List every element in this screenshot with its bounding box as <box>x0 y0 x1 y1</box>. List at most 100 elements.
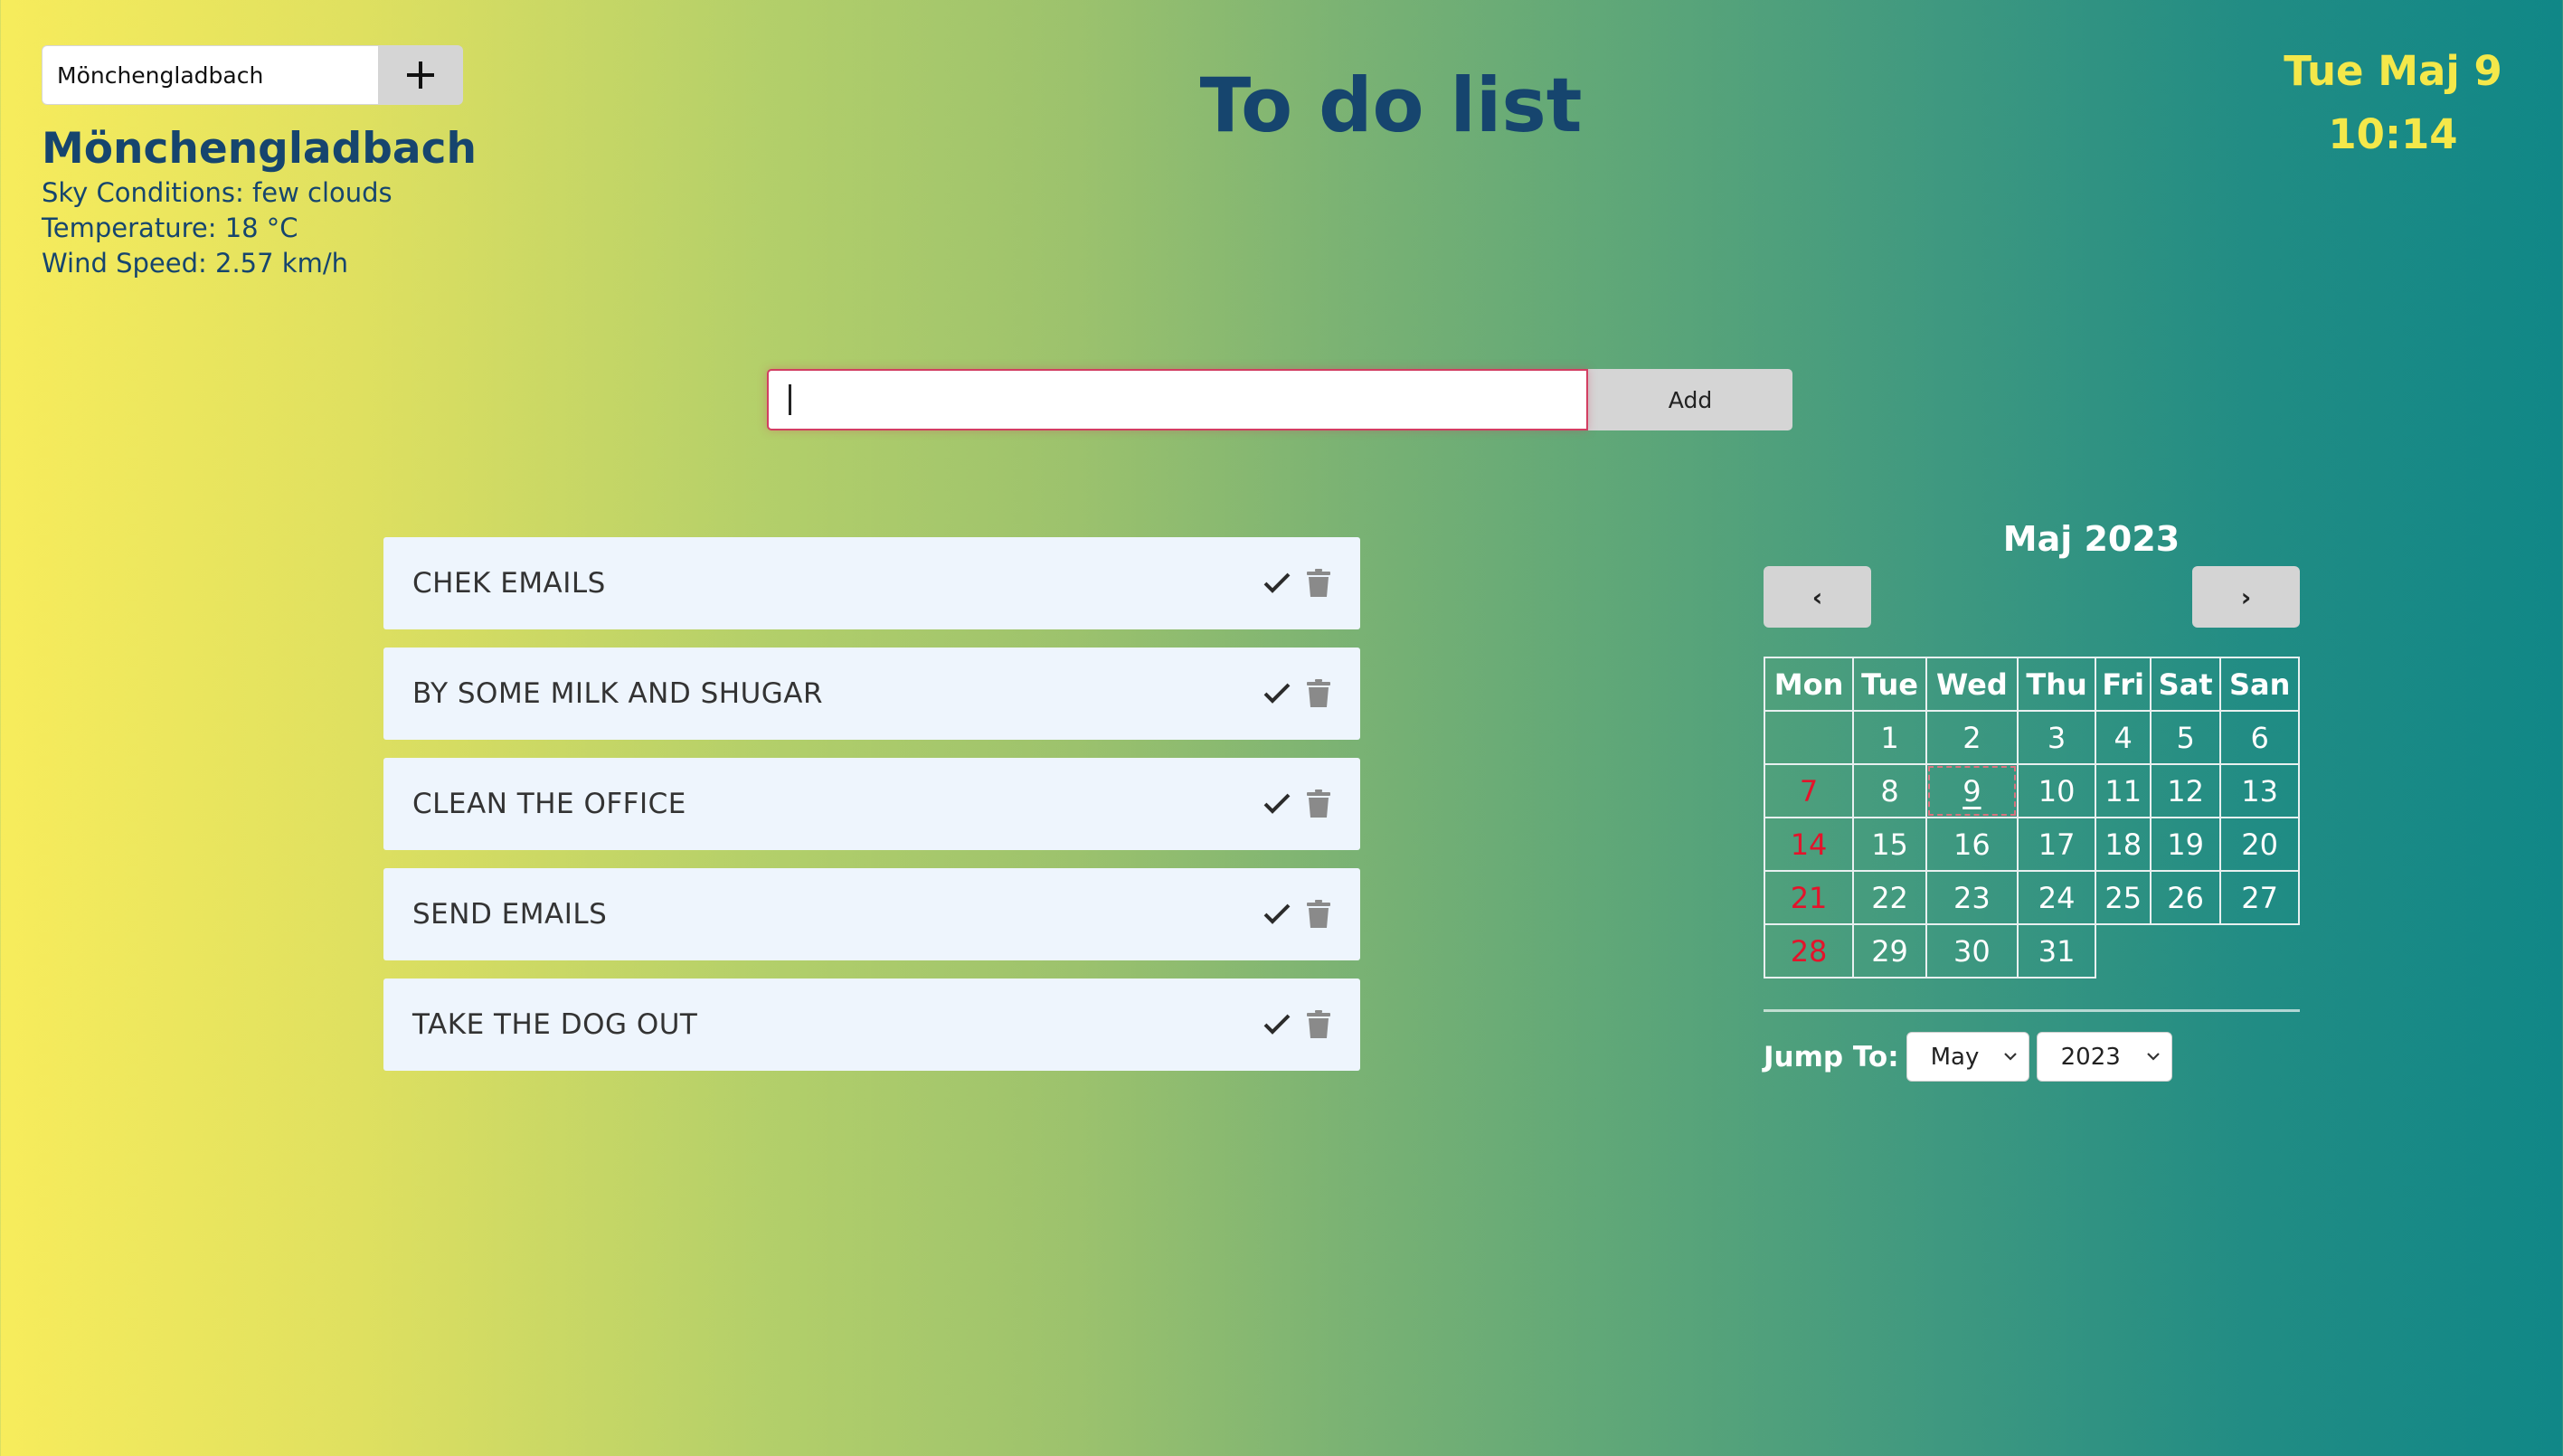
calendar-day[interactable]: 19 <box>2149 817 2222 872</box>
todo-item-text: SEND EMAILS <box>412 898 608 931</box>
calendar-divider <box>1764 1009 2300 1012</box>
calendar-day-number: 5 <box>2176 720 2195 755</box>
calendar-day[interactable]: 11 <box>2095 763 2152 818</box>
calendar-day[interactable]: 13 <box>2219 763 2300 818</box>
complete-todo-button[interactable] <box>1263 903 1291 926</box>
weekday-header: San <box>2219 657 2300 712</box>
calendar-day[interactable]: 5 <box>2149 710 2222 765</box>
calendar-day-number: 11 <box>2104 773 2142 808</box>
calendar-day[interactable]: 24 <box>2016 870 2097 925</box>
todo-item-actions <box>1263 789 1331 818</box>
calendar-week-row: 1 2 3 4 5 6 <box>1763 710 2300 765</box>
check-icon <box>1263 572 1291 593</box>
todo-item-text: TAKE THE DOG OUT <box>412 1008 698 1041</box>
page-title: To do list <box>1199 61 1583 149</box>
check-icon <box>1263 903 1291 924</box>
calendar-next-button[interactable]: › <box>2192 566 2300 628</box>
todo-input-wrapper <box>767 369 1588 430</box>
calendar-day[interactable]: 17 <box>2016 817 2097 872</box>
calendar-empty-cell <box>2095 924 2151 978</box>
calendar-day[interactable]: 18 <box>2095 817 2152 872</box>
calendar-day[interactable]: 4 <box>2095 710 2152 765</box>
calendar-week-row: 21 22 23 24 25 26 27 <box>1763 870 2300 925</box>
delete-todo-button[interactable] <box>1306 1010 1331 1039</box>
calendar-empty-cell <box>2220 924 2299 978</box>
year-select[interactable]: 2023 <box>2036 1032 2172 1082</box>
calendar-month-title: Maj 2023 <box>2002 519 2180 559</box>
check-icon <box>1263 1014 1291 1035</box>
calendar-day-number: 31 <box>2038 933 2076 969</box>
calendar-day[interactable]: 30 <box>1925 923 2019 979</box>
calendar-day[interactable]: 22 <box>1852 870 1927 925</box>
todo-list: CHEK EMAILS BY SOME MILK AND SHUGAR CLEAN … <box>383 537 1360 1089</box>
delete-todo-button[interactable] <box>1306 679 1331 708</box>
calendar-day[interactable]: 9 <box>1925 763 2019 818</box>
calendar-day-number: 2 <box>1962 720 1981 755</box>
calendar-day[interactable]: 1 <box>1852 710 1927 765</box>
calendar-day-number: 1 <box>1880 720 1899 755</box>
calendar-day[interactable]: 26 <box>2149 870 2222 925</box>
calendar-day-number: 8 <box>1880 773 1899 808</box>
chevron-down-icon <box>2003 1053 2017 1061</box>
calendar-day[interactable]: 14 <box>1763 817 1855 872</box>
month-select[interactable]: May <box>1906 1032 2029 1082</box>
calendar-day[interactable]: 2 <box>1925 710 2019 765</box>
calendar-day[interactable]: 25 <box>2095 870 2152 925</box>
add-todo-button[interactable]: Add <box>1588 369 1792 430</box>
calendar-day[interactable]: 6 <box>2219 710 2300 765</box>
todo-input[interactable] <box>767 369 1588 430</box>
delete-todo-button[interactable] <box>1306 900 1331 929</box>
calendar-day-number: 27 <box>2241 880 2278 915</box>
calendar-day[interactable]: 10 <box>2016 763 2097 818</box>
calendar-day[interactable]: 16 <box>1925 817 2019 872</box>
complete-todo-button[interactable] <box>1263 1013 1291 1036</box>
todo-item-actions <box>1263 1010 1331 1039</box>
trash-icon <box>1307 679 1330 707</box>
calendar-prev-button[interactable]: ‹ <box>1764 566 1871 628</box>
calendar-day-number: 14 <box>1790 827 1828 862</box>
calendar-day[interactable]: 27 <box>2219 870 2300 925</box>
jump-to-label: Jump To: <box>1764 1040 1899 1073</box>
todo-form: Add <box>767 369 1792 430</box>
calendar-day[interactable]: 23 <box>1925 870 2019 925</box>
calendar-day-number: 12 <box>2167 773 2204 808</box>
calendar-day-number: 26 <box>2167 880 2204 915</box>
jump-to-controls: Jump To: May 2023 <box>1764 1032 2300 1082</box>
calendar-day[interactable]: 12 <box>2149 763 2222 818</box>
weather-wind-speed: Wind Speed: 2.57 km/h <box>42 248 348 279</box>
calendar-day[interactable]: 21 <box>1763 870 1855 925</box>
todo-item-text: CLEAN THE OFFICE <box>412 788 686 820</box>
calendar-day[interactable]: 31 <box>2016 923 2097 979</box>
weather-temperature: Temperature: 18 °C <box>42 213 298 243</box>
calendar-day-number: 29 <box>1871 933 1908 969</box>
calendar: Maj 2023 ‹ › Mon Tue Wed Thu Fri Sat San 12345… <box>1763 514 2300 1082</box>
calendar-day[interactable]: 28 <box>1763 923 1855 979</box>
calendar-day[interactable]: 15 <box>1852 817 1927 872</box>
calendar-day-number: 7 <box>1799 773 1819 808</box>
chevron-down-icon <box>2146 1053 2160 1061</box>
calendar-nav: ‹ › <box>1764 566 2300 628</box>
calendar-day[interactable]: 3 <box>2016 710 2097 765</box>
weekday-header: Mon <box>1763 657 1855 712</box>
complete-todo-button[interactable] <box>1263 792 1291 816</box>
todo-item-actions <box>1263 679 1331 708</box>
todo-item-actions <box>1263 900 1331 929</box>
calendar-day-number: 28 <box>1790 933 1828 969</box>
complete-todo-button[interactable] <box>1263 682 1291 705</box>
delete-todo-button[interactable] <box>1306 789 1331 818</box>
calendar-grid: Mon Tue Wed Thu Fri Sat San 1 2 3 4 5 6 7 8 9 10 11 12 13 1… <box>1763 657 2300 979</box>
calendar-day[interactable]: 29 <box>1852 923 1927 979</box>
calendar-day[interactable]: 8 <box>1852 763 1927 818</box>
calendar-day[interactable]: 20 <box>2219 817 2300 872</box>
weekday-header: Tue <box>1852 657 1927 712</box>
delete-todo-button[interactable] <box>1306 569 1331 598</box>
page-title-wrapper: To do list <box>0 56 2563 156</box>
calendar-day-number: 17 <box>2038 827 2076 862</box>
calendar-weekday-row: Mon Tue Wed Thu Fri Sat San <box>1763 657 2300 712</box>
calendar-day-number: 25 <box>2104 880 2142 915</box>
calendar-day-number: 21 <box>1790 880 1828 915</box>
complete-todo-button[interactable] <box>1263 572 1291 595</box>
clock-date: Tue Maj 9 <box>2284 47 2502 95</box>
todo-item-text: CHEK EMAILS <box>412 567 606 600</box>
calendar-day[interactable]: 7 <box>1763 763 1855 818</box>
